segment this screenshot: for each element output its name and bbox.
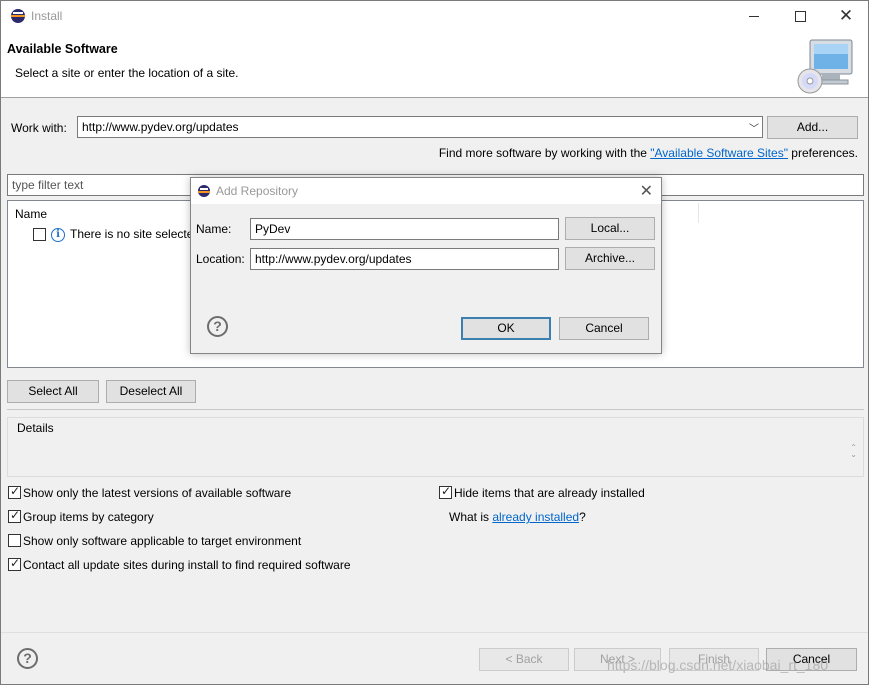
target-env-checkbox[interactable] xyxy=(8,534,21,547)
title-bar[interactable]: Install ✕ xyxy=(1,1,868,31)
available-software-sites-link[interactable]: "Available Software Sites" xyxy=(650,146,788,160)
help-icon[interactable]: ? xyxy=(207,316,228,337)
what-is-text: What is already installed? xyxy=(449,510,586,524)
dialog-cancel-button[interactable]: Cancel xyxy=(559,317,649,340)
wizard-header: Available Software Select a site or ente… xyxy=(1,31,868,98)
latest-versions-label: Show only the latest versions of availab… xyxy=(23,486,292,500)
already-installed-link[interactable]: already installed xyxy=(492,510,579,524)
install-window: Install ✕ Available Software Select a si… xyxy=(0,0,869,685)
button-bar-divider xyxy=(1,632,868,633)
details-title: Details xyxy=(16,421,55,435)
tree-item-checkbox[interactable] xyxy=(33,228,46,241)
column-separator xyxy=(698,203,699,223)
contact-sites-checkbox[interactable] xyxy=(8,556,21,571)
page-title: Available Software xyxy=(7,42,118,56)
local-button[interactable]: Local... xyxy=(565,217,655,240)
hide-installed-label: Hide items that are already installed xyxy=(454,486,645,500)
maximize-icon[interactable] xyxy=(777,1,823,31)
group-by-category-checkbox[interactable] xyxy=(8,508,21,523)
location-field[interactable]: http://www.pydev.org/updates xyxy=(250,248,559,270)
name-value: PyDev xyxy=(255,222,291,236)
archive-button[interactable]: Archive... xyxy=(565,247,655,270)
group-by-category-label: Group items by category xyxy=(23,510,154,524)
chevron-down-icon[interactable]: ﹀ xyxy=(749,120,759,135)
name-label: Name: xyxy=(196,222,232,236)
eclipse-icon xyxy=(198,185,210,197)
work-with-value: http://www.pydev.org/updates xyxy=(82,120,239,134)
contact-sites-label: Contact all update sites during install … xyxy=(23,558,351,572)
close-icon[interactable]: ✕ xyxy=(823,1,869,31)
minimize-icon[interactable] xyxy=(731,1,777,31)
dialog-title: Add Repository xyxy=(216,184,299,198)
details-group: Details ⌃ ⌄ xyxy=(7,417,864,477)
close-icon[interactable]: ✕ xyxy=(640,181,653,201)
add-repository-dialog: Add Repository ✕ Name: PyDev Local... Lo… xyxy=(190,177,662,354)
install-cd-computer-icon xyxy=(797,39,853,94)
window-title: Install xyxy=(31,9,63,23)
location-value: http://www.pydev.org/updates xyxy=(255,252,412,266)
divider xyxy=(7,409,864,410)
eclipse-icon xyxy=(11,9,25,23)
dialog-title-bar[interactable]: Add Repository ✕ xyxy=(191,178,661,204)
info-icon: i xyxy=(51,228,65,242)
latest-versions-checkbox[interactable] xyxy=(8,484,21,499)
tree-message: There is no site selected. xyxy=(70,227,204,241)
select-all-button[interactable]: Select All xyxy=(7,380,99,403)
column-header-name[interactable]: Name xyxy=(15,207,47,221)
add-button[interactable]: Add... xyxy=(767,116,858,139)
ok-button[interactable]: OK xyxy=(461,317,551,340)
find-more-text: Find more software by working with the "… xyxy=(438,146,858,160)
details-scroll-icon[interactable]: ⌃ ⌄ xyxy=(850,444,857,459)
back-button[interactable]: < Back xyxy=(479,648,569,671)
hide-installed-checkbox[interactable] xyxy=(439,484,452,499)
name-field[interactable]: PyDev xyxy=(250,218,559,240)
target-env-label: Show only software applicable to target … xyxy=(23,534,302,548)
help-icon[interactable]: ? xyxy=(17,648,38,669)
work-with-label: Work with: xyxy=(11,121,67,135)
deselect-all-button[interactable]: Deselect All xyxy=(106,380,196,403)
watermark: https://blog.csdn.net/xiaobai_rt_180 xyxy=(607,657,829,673)
page-subtitle: Select a site or enter the location of a… xyxy=(15,66,239,80)
work-with-combo[interactable]: http://www.pydev.org/updates ﹀ xyxy=(77,116,763,138)
filter-placeholder: type filter text xyxy=(12,178,84,192)
location-label: Location: xyxy=(196,252,245,266)
